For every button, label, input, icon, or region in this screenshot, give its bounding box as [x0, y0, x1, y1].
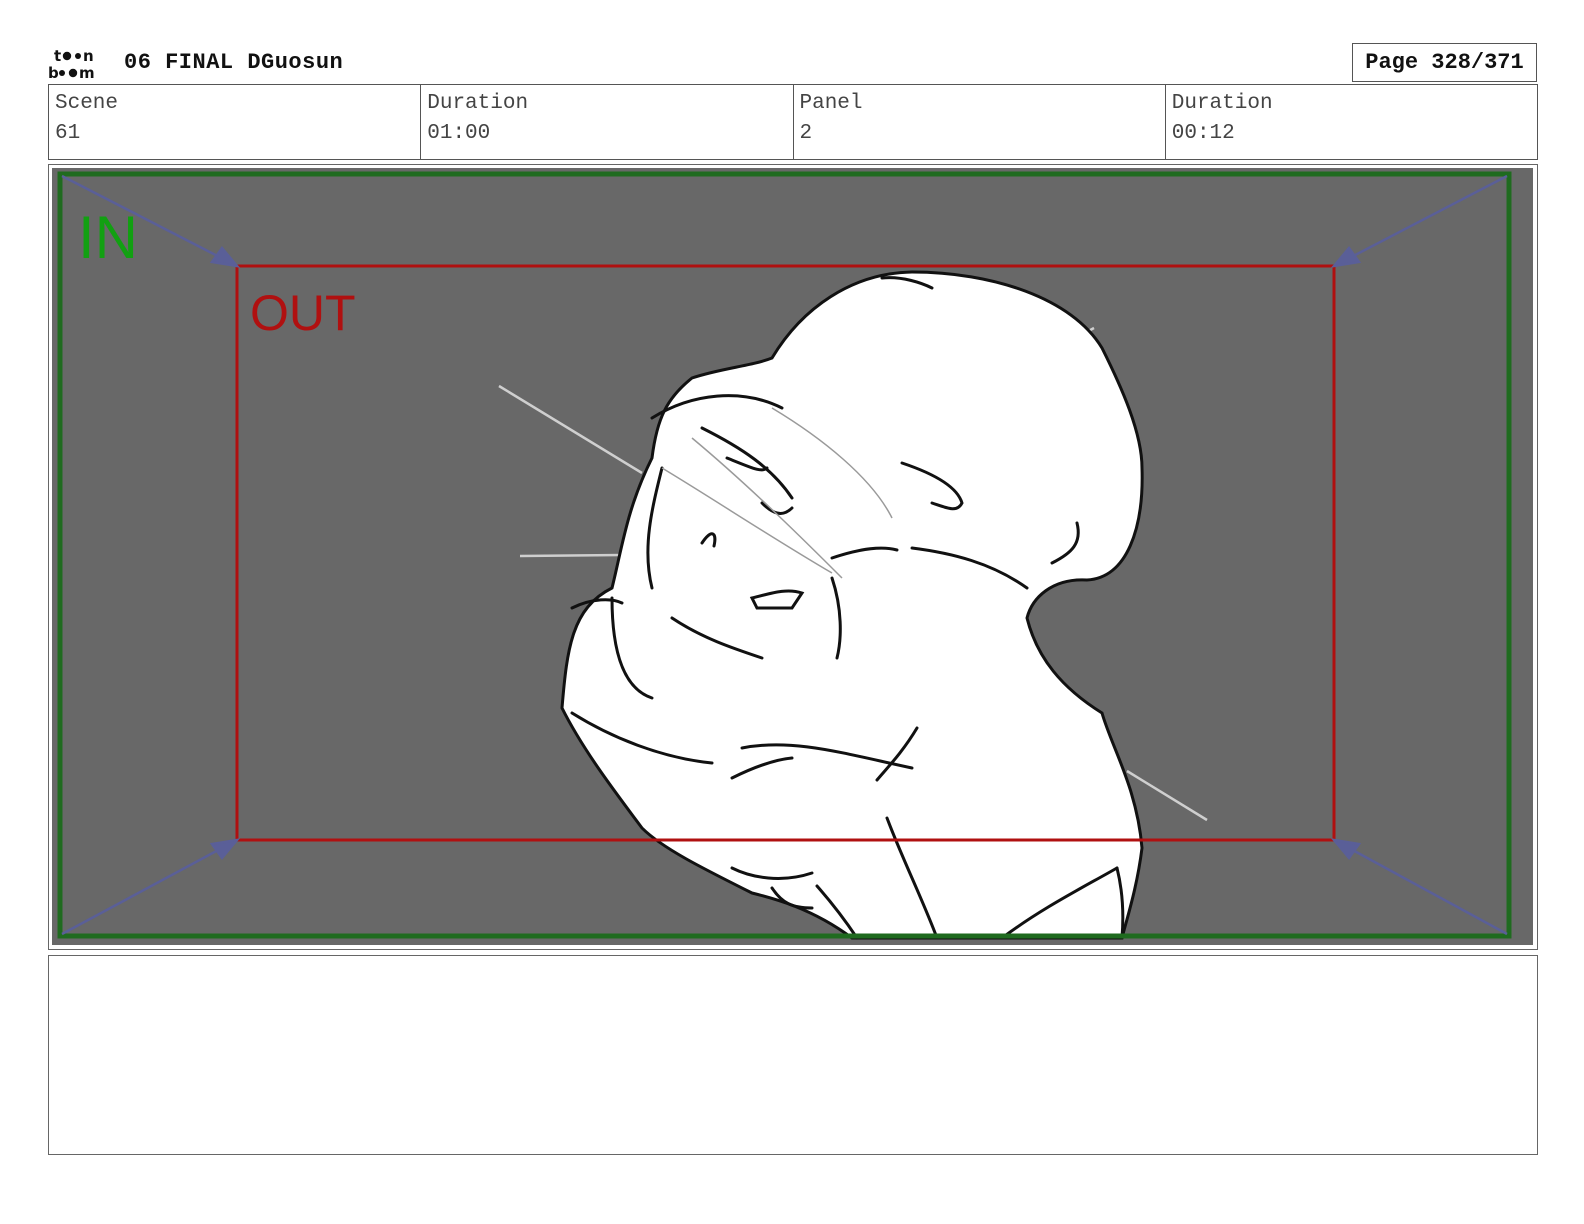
scene-duration-cell: Duration 01:00: [421, 85, 794, 159]
page-counter: Page 328/371: [1352, 43, 1537, 82]
document-title: 06 FINAL DGuosun: [124, 50, 344, 75]
scene-value: 61: [55, 122, 81, 145]
panel-duration-cell: Duration 00:12: [1166, 85, 1537, 159]
svg-text:b: b: [48, 64, 59, 82]
in-label: IN: [78, 204, 138, 271]
panel-info-table: Scene 61 Duration 01:00 Panel 2 Duration…: [48, 84, 1538, 160]
scene-duration-label: Duration: [427, 92, 529, 115]
panel-drawing: IN OUT: [52, 168, 1533, 945]
toon-boom-logo: t n b m: [48, 47, 95, 82]
svg-text:m: m: [79, 64, 95, 82]
scene-duration-value: 01:00: [427, 122, 491, 145]
panel-duration-value: 00:12: [1171, 122, 1235, 145]
svg-text:t: t: [54, 47, 61, 65]
panel-label: Panel: [799, 92, 863, 115]
out-label: OUT: [250, 285, 356, 341]
panel-duration-label: Duration: [1171, 92, 1273, 115]
svg-text:n: n: [83, 47, 94, 65]
panel-value: 2: [799, 122, 813, 145]
scene-cell: Scene 61: [49, 85, 422, 159]
panel-notes: [48, 955, 1538, 1155]
panel-cell: Panel 2: [794, 85, 1166, 159]
scene-label: Scene: [55, 92, 119, 115]
storyboard-panel: IN OUT: [48, 164, 1538, 950]
